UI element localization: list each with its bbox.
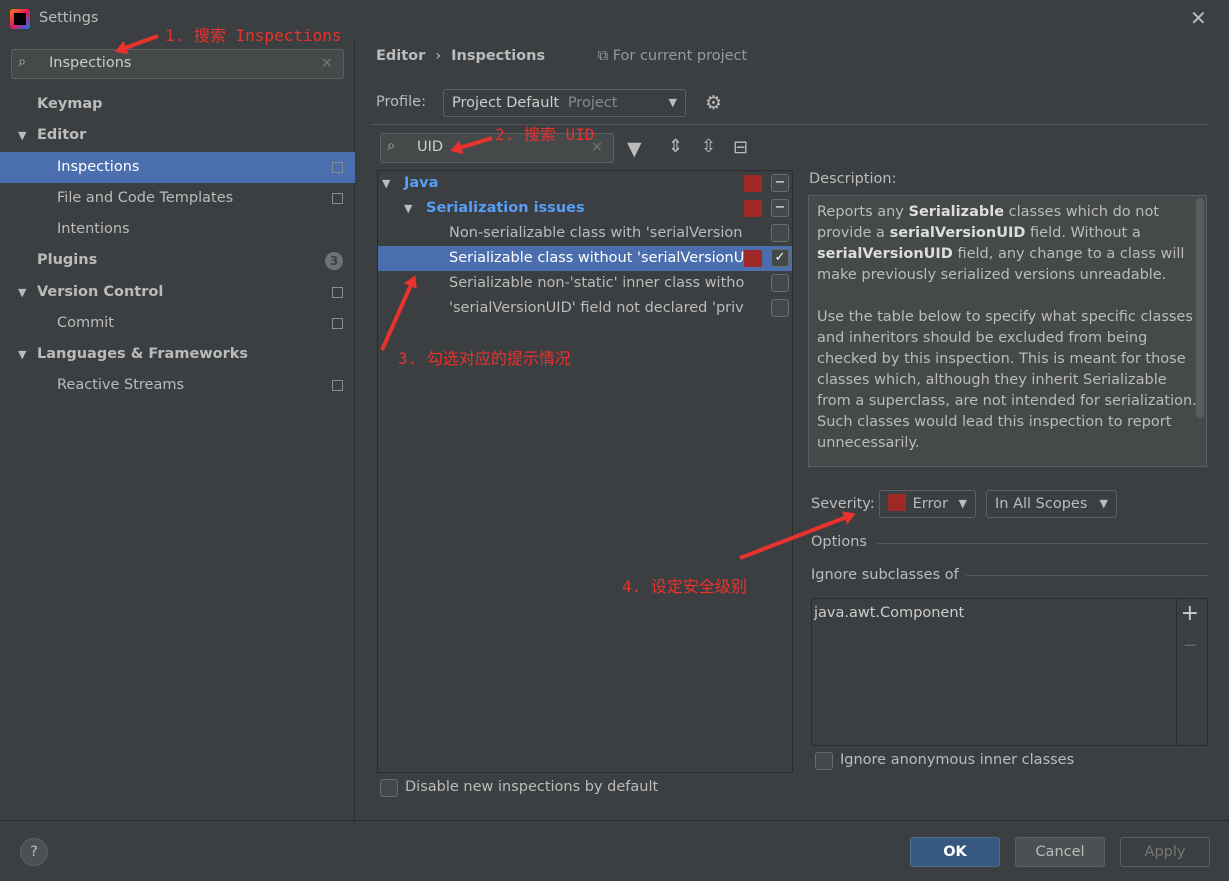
- tree-row[interactable]: Serializable non-'static' inner class wi…: [378, 271, 792, 296]
- scrollbar[interactable]: [1196, 198, 1204, 418]
- gear-icon[interactable]: ⚙: [705, 92, 722, 114]
- annotation-2: 2. 搜索 UID: [495, 125, 595, 144]
- checkbox-checked: ✓: [771, 249, 789, 267]
- checkbox: [771, 274, 789, 292]
- project-scope-icon: [332, 193, 343, 204]
- inspection-tree: ▼ Java − ▼ Serialization issues − Non-serial…: [377, 170, 793, 773]
- severity-label: Severity:: [811, 496, 875, 512]
- checkbox: [771, 224, 789, 242]
- project-scope-icon: [332, 318, 343, 329]
- severity-swatch: [888, 494, 906, 511]
- chevron-down-icon: ▼: [668, 96, 677, 109]
- help-button[interactable]: ?: [20, 838, 48, 866]
- chevron-down-icon: ▼: [1099, 497, 1108, 510]
- expand-all-icon[interactable]: ⇕: [668, 136, 683, 157]
- reset-icon[interactable]: ⊟: [733, 137, 748, 158]
- sidebar-item-plugins[interactable]: Plugins 3: [0, 245, 355, 276]
- window-title: Settings: [39, 10, 99, 26]
- sidebar-item-languages[interactable]: ▼ Languages & Frameworks: [0, 339, 355, 370]
- intellij-logo-icon: [10, 9, 30, 29]
- ok-button[interactable]: OK: [910, 837, 1000, 867]
- severity-swatch: [744, 250, 762, 267]
- checkbox-partial: −: [771, 174, 789, 192]
- remove-icon[interactable]: −: [1183, 635, 1198, 656]
- ignore-subclasses-label: Ignore subclasses of: [811, 567, 959, 583]
- severity-swatch: [744, 200, 762, 217]
- cancel-button[interactable]: Cancel: [1015, 837, 1105, 867]
- annotation-4: 4. 设定安全级别: [622, 577, 747, 596]
- close-icon[interactable]: ✕: [1190, 6, 1207, 30]
- sidebar-item-reactive-streams[interactable]: Reactive Streams: [0, 370, 355, 401]
- project-scope-icon: [332, 380, 343, 391]
- description-label: Description:: [809, 171, 897, 187]
- tree-row-selected[interactable]: Serializable class without 'serialVersio…: [378, 246, 792, 271]
- breadcrumb: Editor › Inspections ⧉ For current project: [376, 48, 748, 64]
- sidebar: ⌕ Inspections × Keymap ▼ Editor Inspectio…: [0, 40, 355, 820]
- checkbox-partial: −: [771, 199, 789, 217]
- description-panel: Reports any Serializable classes which d…: [808, 195, 1207, 467]
- profile-dropdown[interactable]: Project Default Project ▼: [443, 89, 686, 117]
- sidebar-item-file-templates[interactable]: File and Code Templates: [0, 183, 355, 214]
- plugins-badge: 3: [325, 252, 343, 270]
- filter-icon[interactable]: ▼: [627, 138, 642, 160]
- search-icon: ⌕: [387, 138, 396, 154]
- sidebar-item-intentions[interactable]: Intentions: [0, 214, 355, 245]
- project-scope-icon: [332, 287, 343, 298]
- sidebar-item-inspections[interactable]: Inspections: [0, 152, 355, 183]
- severity-dropdown[interactable]: Error ▼: [879, 490, 976, 518]
- expand-icon: ▼: [18, 286, 27, 299]
- expand-icon: ▼: [18, 129, 27, 142]
- tree-row[interactable]: 'serialVersionUID' field not declared 'p…: [378, 296, 792, 321]
- project-scope-icon: [332, 162, 343, 173]
- annotation-1: 1. 搜索 Inspections: [165, 26, 342, 45]
- settings-search-input[interactable]: ⌕ Inspections ×: [11, 49, 344, 79]
- footer: ? OK Cancel Apply: [0, 820, 1229, 881]
- ignore-anonymous-label: Ignore anonymous inner classes: [840, 752, 1075, 768]
- apply-button[interactable]: Apply: [1120, 837, 1210, 867]
- table-row[interactable]: java.awt.Component: [814, 605, 964, 621]
- ignore-anonymous-checkbox[interactable]: [815, 752, 833, 770]
- tree-row-java[interactable]: ▼ Java −: [378, 171, 792, 196]
- ignore-subclasses-table: java.awt.Component + −: [811, 598, 1208, 746]
- search-icon: ⌕: [18, 54, 27, 70]
- profile-label: Profile:: [376, 94, 426, 110]
- sidebar-item-version-control[interactable]: ▼ Version Control: [0, 277, 355, 308]
- checkbox: [771, 299, 789, 317]
- expand-icon: ▼: [18, 348, 27, 361]
- tree-row-serialization[interactable]: ▼ Serialization issues −: [378, 196, 792, 221]
- chevron-down-icon: ▼: [958, 497, 967, 510]
- sidebar-item-commit[interactable]: Commit: [0, 308, 355, 339]
- scope-dropdown[interactable]: In All Scopes ▼: [986, 490, 1117, 518]
- collapse-all-icon[interactable]: ⇳: [701, 136, 716, 157]
- sidebar-item-keymap[interactable]: Keymap: [0, 89, 355, 120]
- add-icon[interactable]: +: [1181, 601, 1199, 626]
- disable-new-label: Disable new inspections by default: [405, 779, 659, 795]
- severity-swatch: [744, 175, 762, 192]
- clear-icon[interactable]: ×: [321, 55, 333, 71]
- sidebar-item-editor[interactable]: ▼ Editor: [0, 120, 355, 151]
- project-scope-icon: ⧉: [597, 48, 609, 64]
- annotation-3: 3. 勾选对应的提示情况: [398, 349, 571, 368]
- tree-row[interactable]: Non-serializable class with 'serialVersi…: [378, 221, 792, 246]
- disable-new-checkbox[interactable]: [380, 779, 398, 797]
- options-label: Options: [811, 534, 867, 550]
